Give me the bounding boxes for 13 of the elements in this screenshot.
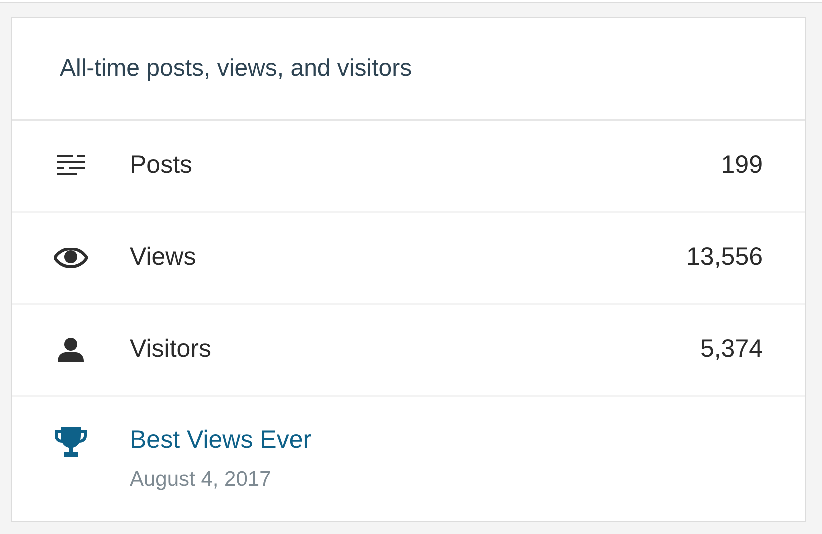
stat-value: 5,374	[700, 334, 763, 366]
card-title: All-time posts, views, and visitors	[60, 54, 412, 84]
stat-value: 13,556	[686, 242, 763, 274]
stat-label: Posts	[130, 150, 193, 182]
person-icon	[58, 338, 84, 362]
stat-label: Visitors	[130, 334, 212, 366]
trophy-icon	[55, 427, 87, 457]
eye-icon	[54, 248, 88, 268]
stat-value: 199	[721, 150, 763, 182]
lines-icon	[57, 155, 85, 177]
best-views-date: August 4, 2017	[130, 467, 272, 494]
stat-label: Views	[130, 242, 196, 274]
best-views-link[interactable]: Best Views Ever	[130, 425, 312, 456]
